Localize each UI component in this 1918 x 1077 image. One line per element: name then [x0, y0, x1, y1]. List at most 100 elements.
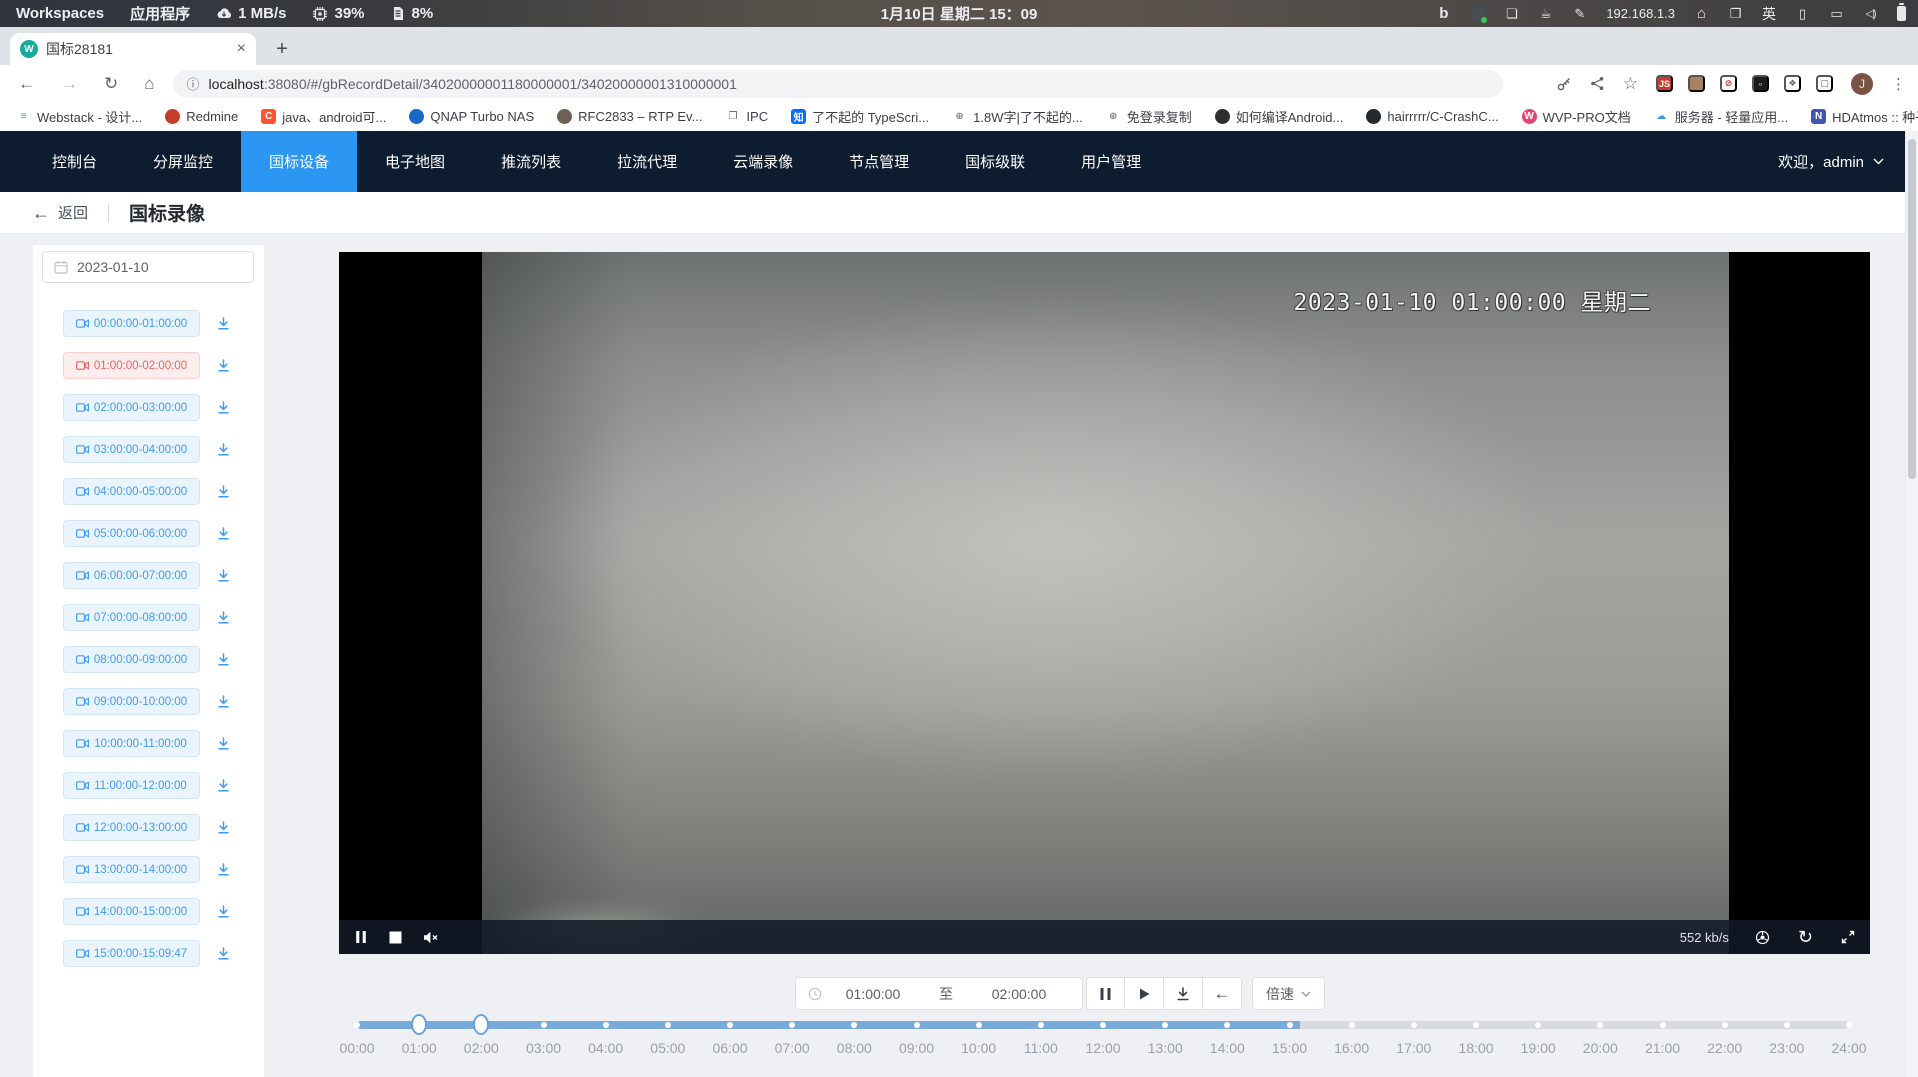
- new-tab-button[interactable]: +: [268, 35, 296, 63]
- bookmark-item[interactable]: C java、android可...: [261, 107, 386, 126]
- bing-tray-icon[interactable]: b: [1436, 6, 1451, 22]
- download-record-button[interactable]: [216, 400, 231, 415]
- extension-icon[interactable]: ⊘: [1720, 75, 1737, 92]
- bookmark-item[interactable]: ❐ IPC: [725, 109, 768, 124]
- download-record-button[interactable]: [216, 442, 231, 457]
- download-record-button[interactable]: [216, 652, 231, 667]
- speed-select[interactable]: 倍速: [1252, 977, 1325, 1010]
- screenshot-pen-icon[interactable]: ✎: [1572, 6, 1587, 22]
- browser-menu-icon[interactable]: ⋮: [1891, 75, 1906, 93]
- timeline-handle[interactable]: [411, 1014, 427, 1035]
- back-button[interactable]: ← 返回: [32, 202, 88, 223]
- share-icon[interactable]: [1590, 76, 1605, 91]
- fullscreen-button[interactable]: [1841, 926, 1855, 948]
- record-chip-button[interactable]: 00:00:00-01:00:00: [63, 310, 200, 337]
- nav-tab[interactable]: 推流列表: [473, 131, 589, 192]
- record-chip-button[interactable]: 02:00:00-03:00:00: [63, 394, 200, 421]
- snapshot-button[interactable]: [1755, 926, 1770, 948]
- download-record-button[interactable]: [216, 820, 231, 835]
- extension-icon[interactable]: [1688, 75, 1705, 92]
- pause-button[interactable]: [1086, 977, 1125, 1010]
- bookmark-item[interactable]: Redmine: [165, 109, 238, 124]
- download-record-button[interactable]: [216, 358, 231, 373]
- workspaces-button[interactable]: Workspaces: [16, 5, 104, 22]
- record-chip-button[interactable]: 09:00:00-10:00:00: [63, 688, 200, 715]
- record-chip-button[interactable]: 13:00:00-14:00:00: [63, 856, 200, 883]
- browser-forward-button[interactable]: →: [61, 74, 78, 94]
- input-method-indicator[interactable]: 英: [1762, 4, 1776, 24]
- password-key-icon[interactable]: [1556, 76, 1572, 92]
- nav-tab[interactable]: 电子地图: [357, 131, 473, 192]
- play-button[interactable]: [1125, 977, 1164, 1010]
- bookmark-item[interactable]: QNAP Turbo NAS: [409, 109, 534, 124]
- address-bar[interactable]: ⓘ localhost:38080/#/gbRecordDetail/34020…: [173, 70, 1503, 98]
- nav-tab[interactable]: 国标设备: [241, 131, 357, 192]
- bookmark-item[interactable]: W WVP-PRO文档: [1522, 107, 1631, 126]
- bookmark-item[interactable]: 知 了不起的 TypeScri...: [791, 107, 929, 126]
- browser-reload-button[interactable]: ↻: [104, 74, 118, 94]
- memory-indicator[interactable]: 8%: [391, 5, 434, 22]
- ip-address-indicator[interactable]: 192.168.1.3: [1606, 6, 1675, 21]
- bookmark-item[interactable]: ⊕ 免登录复制: [1106, 107, 1192, 126]
- bookmark-item[interactable]: ≡ Webstack - 设计...: [16, 107, 142, 126]
- bookmark-item[interactable]: RFC2833 – RTP Ev...: [557, 109, 702, 124]
- record-chip-button[interactable]: 07:00:00-08:00:00: [63, 604, 200, 631]
- clock[interactable]: 1月10日 星期二 15：09: [881, 3, 1038, 24]
- nav-tab[interactable]: 云端录像: [705, 131, 821, 192]
- bookmark-item[interactable]: ⊕ 1.8W字|了不起的...: [952, 107, 1083, 126]
- download-record-button[interactable]: [216, 862, 231, 877]
- browser-home-button[interactable]: ⌂: [144, 74, 154, 94]
- record-chip-button[interactable]: 06:00:00-07:00:00: [63, 562, 200, 589]
- user-menu[interactable]: 欢迎，admin: [1778, 131, 1918, 192]
- seek-back-button[interactable]: ←: [1203, 977, 1242, 1010]
- bookmark-star-icon[interactable]: ☆: [1623, 74, 1638, 94]
- download-record-button[interactable]: [216, 484, 231, 499]
- bookmark-item[interactable]: 如何编译Android...: [1215, 107, 1344, 126]
- phone-link-icon[interactable]: ▯: [1795, 6, 1810, 22]
- player-refresh-button[interactable]: ↻: [1798, 926, 1813, 948]
- download-record-button[interactable]: [216, 694, 231, 709]
- record-chip-button[interactable]: 12:00:00-13:00:00: [63, 814, 200, 841]
- nav-tab[interactable]: 拉流代理: [589, 131, 705, 192]
- page-scrollbar[interactable]: [1905, 131, 1918, 1077]
- start-time-field[interactable]: 01:00:00: [822, 986, 924, 1002]
- nav-tab[interactable]: 控制台: [24, 131, 125, 192]
- bookmark-item[interactable]: N HDAtmos :: 种子 *...: [1811, 107, 1918, 126]
- download-record-button[interactable]: [216, 778, 231, 793]
- record-chip-button[interactable]: 08:00:00-09:00:00: [63, 646, 200, 673]
- bookmark-item[interactable]: ☁ 服务器 - 轻量应用...: [1654, 107, 1788, 126]
- applications-button[interactable]: 应用程序: [130, 3, 190, 24]
- nav-tab[interactable]: 节点管理: [821, 131, 937, 192]
- video-player[interactable]: 2023-01-10 01:00:00 星期二 552 kb/s ↻: [339, 252, 1870, 954]
- download-record-button[interactable]: [216, 946, 231, 961]
- download-record-button[interactable]: [216, 316, 231, 331]
- home-tray-icon[interactable]: ⌂: [1694, 6, 1709, 22]
- battery-icon[interactable]: [1897, 6, 1906, 21]
- clipboard-tray-icon[interactable]: ❏: [1504, 6, 1519, 22]
- record-chip-button[interactable]: 10:00:00-11:00:00: [63, 730, 200, 757]
- site-info-icon[interactable]: ⓘ: [187, 74, 200, 93]
- date-picker-input[interactable]: 2023-01-10: [42, 251, 254, 283]
- record-chip-button[interactable]: 05:00:00-06:00:00: [63, 520, 200, 547]
- end-time-field[interactable]: 02:00:00: [968, 986, 1070, 1002]
- profile-avatar[interactable]: J: [1851, 73, 1873, 95]
- network-speed-indicator[interactable]: 1 MB/s: [216, 5, 286, 22]
- record-chip-button[interactable]: 01:00:00-02:00:00: [63, 352, 200, 379]
- scrollbar-thumb[interactable]: [1908, 139, 1916, 479]
- record-chip-button[interactable]: 15:00:00-15:09:47: [63, 940, 200, 967]
- tab-close-button[interactable]: ×: [237, 41, 246, 57]
- browser-tab[interactable]: W 国标28181 ×: [10, 33, 256, 65]
- timeline-handle[interactable]: [473, 1014, 489, 1035]
- player-mute-button[interactable]: [423, 926, 439, 948]
- display-icon[interactable]: ▭: [1829, 6, 1844, 22]
- extension-icon[interactable]: ❖: [1784, 75, 1801, 92]
- download-record-button[interactable]: [216, 568, 231, 583]
- nav-tab[interactable]: 国标级联: [937, 131, 1053, 192]
- bookmark-item[interactable]: hairrrrr/C-CrashC...: [1366, 109, 1498, 124]
- download-record-button[interactable]: [216, 736, 231, 751]
- download-button[interactable]: [1164, 977, 1203, 1010]
- extension-icon[interactable]: ▫: [1752, 75, 1769, 92]
- download-record-button[interactable]: [216, 610, 231, 625]
- browser-back-button[interactable]: ←: [18, 74, 35, 94]
- record-chip-button[interactable]: 03:00:00-04:00:00: [63, 436, 200, 463]
